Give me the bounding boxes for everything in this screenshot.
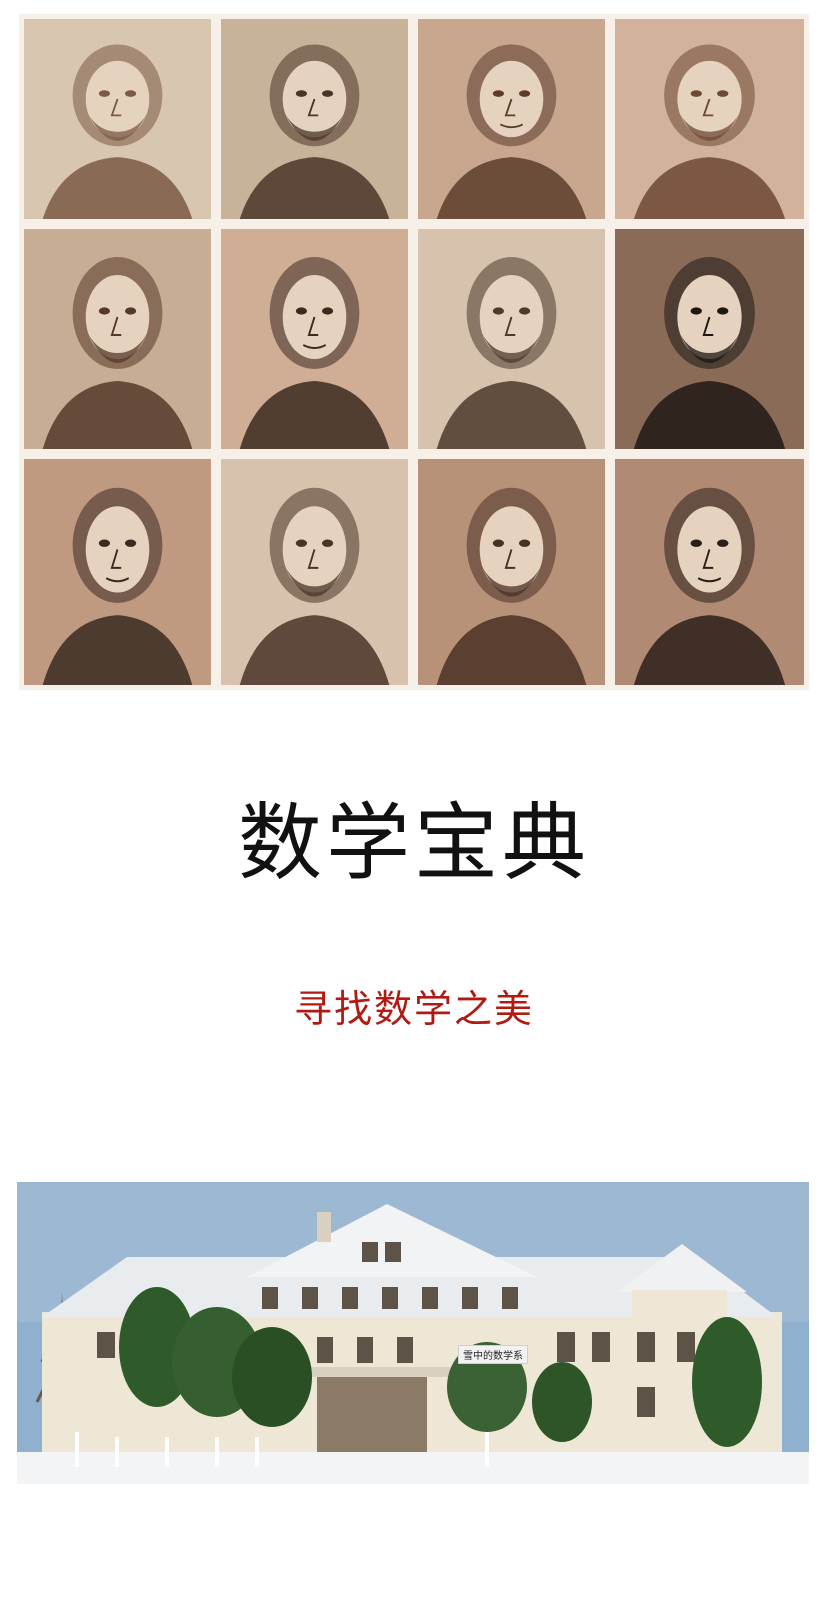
page-title: 数学宝典 — [237, 794, 590, 892]
portrait-11 — [413, 454, 610, 690]
portrait-3 — [413, 14, 610, 224]
building-photo-image — [17, 1182, 809, 1484]
portrait-7 — [413, 224, 610, 454]
portrait-12 — [610, 454, 809, 690]
portrait-5 — [19, 224, 216, 454]
page-subtitle: 寻找数学之美 — [293, 987, 534, 1031]
portrait-2 — [216, 14, 413, 224]
photo-caption: 雪中的数学系 — [458, 1345, 528, 1364]
building-photo — [17, 1182, 809, 1484]
portrait-6 — [216, 224, 413, 454]
portrait-10 — [216, 454, 413, 690]
portrait-grid — [19, 14, 809, 690]
portrait-8 — [610, 224, 809, 454]
portrait-9 — [19, 454, 216, 690]
portrait-1 — [19, 14, 216, 224]
portrait-4 — [610, 14, 809, 224]
